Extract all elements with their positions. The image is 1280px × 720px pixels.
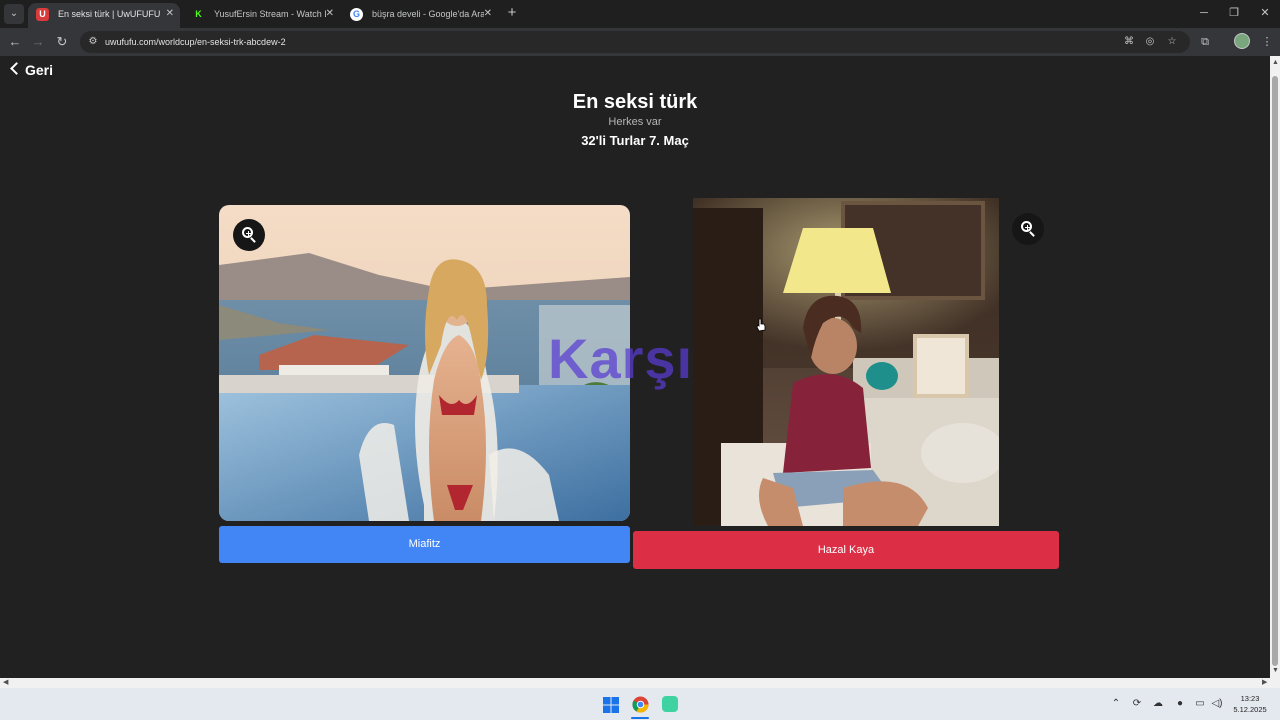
versus-label: Karşı xyxy=(548,327,694,390)
restore-icon[interactable]: ❐ xyxy=(1226,5,1242,21)
tab-google-search[interactable]: G büşra develi - Google'da Ara ✕ xyxy=(342,3,498,28)
network-icon[interactable]: ▭ xyxy=(1193,697,1207,711)
tab-strip: ⌄ U En seksi türk | UwUFUFU ✕ K YusufErs… xyxy=(0,0,1280,28)
speaker-icon[interactable]: ◁) xyxy=(1210,697,1224,711)
tray-chevron-icon[interactable]: ⌃ xyxy=(1109,697,1123,711)
close-tab-icon[interactable]: ✕ xyxy=(326,3,334,25)
tab-uwufufu[interactable]: U En seksi türk | UwUFUFU ✕ xyxy=(28,3,180,28)
google-favicon-icon: G xyxy=(350,8,363,21)
tab-title: büşra develi - Google'da Ara xyxy=(372,9,484,19)
zoom-handle xyxy=(1029,231,1035,237)
eye-slash-icon[interactable]: ◎ xyxy=(1143,35,1157,49)
page-subtitle: Herkes var xyxy=(608,116,662,128)
sync-icon[interactable]: ⟳ xyxy=(1130,697,1144,711)
close-window-icon[interactable]: ✕ xyxy=(1257,5,1273,21)
scroll-left-icon[interactable]: ◀ xyxy=(3,678,8,688)
scrollbar-thumb[interactable] xyxy=(1272,76,1278,666)
scroll-up-icon[interactable]: ▲ xyxy=(1272,58,1279,68)
back-arrow-icon[interactable]: ← xyxy=(6,33,24,51)
extensions-icon[interactable]: ⧉ xyxy=(1196,33,1214,51)
profile-avatar[interactable] xyxy=(1234,33,1250,49)
system-clock[interactable]: 13:23 5.12.2025 xyxy=(1228,693,1272,715)
right-choice-image[interactable] xyxy=(693,198,999,526)
page-content: Geri En seksi türk Herkes var 32'li Turl… xyxy=(0,56,1270,678)
left-zoom-button[interactable] xyxy=(233,219,265,251)
clock-time: 13:23 xyxy=(1240,694,1260,703)
chevron-left-icon xyxy=(10,62,23,75)
address-bar[interactable]: ⚙ uwufufu.com/worldcup/en-seksi-trk-abcd… xyxy=(80,31,1190,53)
vertical-scrollbar[interactable]: ▲ ▼ xyxy=(1270,56,1280,678)
minimize-icon[interactable]: ─ xyxy=(1196,5,1212,21)
forward-arrow-icon[interactable]: → xyxy=(29,33,47,51)
tab-title: YusufErsin Stream - Watch Live xyxy=(214,9,326,19)
windows-taskbar: ⌃ ⟳ ☁ ● ▭ ◁) 13:23 5.12.2025 xyxy=(0,688,1280,720)
kick-favicon-icon: K xyxy=(195,9,202,19)
tab-search-button[interactable]: ⌄ xyxy=(4,4,24,24)
zoom-handle xyxy=(250,237,256,243)
menu-kebab-icon[interactable]: ⋮ xyxy=(1258,33,1276,51)
translate-icon[interactable]: ⌘ xyxy=(1122,35,1136,49)
clock-date: 5.12.2025 xyxy=(1233,705,1267,714)
close-tab-icon[interactable]: ✕ xyxy=(484,3,492,25)
cloud-icon[interactable]: ☁ xyxy=(1151,697,1165,711)
chrome-taskbar-icon[interactable] xyxy=(632,696,649,713)
page-title: En seksi türk xyxy=(572,91,698,113)
back-label: Geri xyxy=(25,62,54,78)
bookmark-star-icon[interactable]: ☆ xyxy=(1165,35,1179,49)
url-text[interactable]: uwufufu.com/worldcup/en-seksi-trk-abcdew… xyxy=(105,31,286,53)
app-taskbar-icon[interactable] xyxy=(662,696,678,712)
uwufufu-favicon-icon: U xyxy=(36,8,49,21)
browser-toolbar: ← → ↻ ⚙ uwufufu.com/worldcup/en-seksi-tr… xyxy=(0,28,1280,56)
round-label: 32'li Turlar 7. Maç xyxy=(581,133,689,148)
new-tab-button[interactable]: + xyxy=(504,4,520,22)
close-tab-icon[interactable]: ✕ xyxy=(166,3,174,25)
active-app-indicator xyxy=(631,717,649,719)
microphone-icon[interactable]: ● xyxy=(1173,697,1187,711)
site-info-icon[interactable]: ⚙ xyxy=(86,35,100,49)
hand-cursor-icon xyxy=(756,318,766,332)
right-zoom-button[interactable] xyxy=(1012,213,1044,245)
scroll-right-icon[interactable]: ▶ xyxy=(1262,678,1267,688)
pick-left-button[interactable]: Miafitz xyxy=(219,526,630,563)
pick-right-button[interactable]: Hazal Kaya xyxy=(633,531,1059,569)
horizontal-scrollbar[interactable]: ◀ ▶ xyxy=(0,678,1280,688)
windows-start-icon[interactable] xyxy=(603,697,619,713)
tab-title: En seksi türk | UwUFUFU xyxy=(58,9,161,19)
back-link[interactable]: Geri xyxy=(10,61,54,79)
tab-kick-stream[interactable]: K YusufErsin Stream - Watch Live ✕ xyxy=(184,3,340,28)
reload-icon[interactable]: ↻ xyxy=(53,33,71,51)
scroll-down-icon[interactable]: ▼ xyxy=(1272,666,1279,676)
